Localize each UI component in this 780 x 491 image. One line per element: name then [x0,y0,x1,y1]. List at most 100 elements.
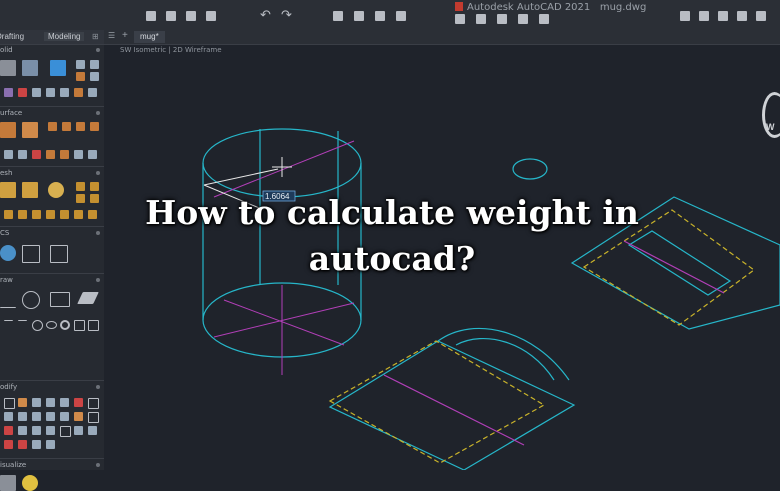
hatch-icon[interactable] [74,320,85,331]
check-icon[interactable] [88,426,97,435]
properties-icon[interactable] [396,11,406,21]
smooth-less-icon[interactable] [90,182,99,191]
planar-surface-icon[interactable] [22,122,38,138]
intersect-icon[interactable] [32,88,41,97]
sculpt-icon[interactable] [46,150,55,159]
section-modify-toggle[interactable] [96,385,100,389]
copy-icon[interactable] [60,412,69,421]
thicken-icon[interactable] [60,88,69,97]
convert-icon[interactable] [88,210,97,219]
tab-modeling[interactable]: Modeling [44,32,85,41]
smooth-object-icon[interactable] [22,182,38,198]
saveas-icon[interactable] [206,11,216,21]
tab-menu-icon[interactable]: ☰ [108,31,115,40]
fillet-surface-icon[interactable] [90,122,99,131]
scale-icon[interactable] [74,398,83,407]
layer-lock-icon[interactable] [718,11,728,21]
union-icon[interactable] [4,88,13,97]
layer-states-icon[interactable] [680,11,690,21]
rectangle-icon[interactable] [50,292,70,307]
print-preview-icon[interactable] [354,11,364,21]
viewcube-w-label[interactable]: W [766,122,775,132]
layer-freeze-icon[interactable] [756,11,766,21]
boundary-icon[interactable] [88,320,99,331]
extend-surface-icon[interactable] [32,150,41,159]
subtract-icon[interactable] [18,88,27,97]
revolve-icon[interactable] [90,72,99,81]
edit-poly-icon[interactable] [46,426,55,435]
open-icon[interactable] [166,11,176,21]
region-icon[interactable] [77,292,99,304]
ellipse-icon[interactable] [46,321,57,329]
box-icon[interactable] [0,60,16,76]
mesh-sphere-icon[interactable] [48,182,64,198]
imprint-icon[interactable] [88,88,97,97]
mirror3d-icon[interactable] [46,398,55,407]
spin-edge-icon[interactable] [74,210,83,219]
new-icon[interactable] [146,11,156,21]
palette-options-icon[interactable]: ⊞ [92,32,99,41]
lengthen-icon[interactable] [32,426,41,435]
section-visualize-toggle[interactable] [96,463,100,467]
erase-icon[interactable] [74,412,83,421]
align-icon[interactable] [32,398,41,407]
section-solid-toggle[interactable] [96,48,100,52]
arc-icon[interactable] [32,320,43,331]
stretch-icon[interactable] [46,412,55,421]
redo-icon[interactable]: ↷ [281,8,292,23]
offset-surface-icon[interactable] [76,122,85,131]
associativity-icon[interactable] [88,150,97,159]
explode-icon[interactable] [18,412,27,421]
project-icon[interactable] [74,150,83,159]
color-faces-icon[interactable] [46,440,55,449]
collapse-icon[interactable] [60,210,69,219]
split-face-icon[interactable] [4,210,13,219]
break-icon[interactable] [88,412,99,423]
offset-icon[interactable] [32,412,41,421]
loft-icon[interactable] [76,72,85,81]
fillet-icon[interactable] [88,398,99,409]
visual-styles-icon[interactable] [0,475,16,491]
circle-icon[interactable] [22,291,40,309]
extrude-icon[interactable] [50,60,66,76]
move-icon[interactable] [4,398,15,409]
presspull-icon[interactable] [76,60,85,69]
tools-icon[interactable] [518,14,528,24]
trim-edge-icon[interactable] [4,426,13,435]
close-hole-icon[interactable] [46,210,55,219]
network-surface-icon[interactable] [0,122,16,138]
section-mesh-toggle[interactable] [96,171,100,175]
tab-drafting[interactable]: Drafting [0,32,24,41]
trim-icon[interactable] [4,150,13,159]
taper-icon[interactable] [4,440,13,449]
patch-icon[interactable] [62,122,71,131]
light-bulb-icon[interactable] [22,475,38,491]
smooth-more-icon[interactable] [76,182,85,191]
layer-icon[interactable] [455,14,465,24]
plot-icon[interactable] [333,11,343,21]
match-icon[interactable] [476,14,486,24]
document-tab-mug[interactable]: mug* [134,31,165,43]
ucs-3point-icon[interactable] [50,245,68,263]
rotate3d-icon[interactable] [18,398,27,407]
undo-icon[interactable]: ↶ [260,8,271,23]
blend-icon[interactable] [48,122,57,131]
cylinder-icon[interactable] [22,60,38,76]
slice-icon[interactable] [46,88,55,97]
merge-face-icon[interactable] [32,210,41,219]
array-icon[interactable] [60,398,69,407]
mesh-box-icon[interactable] [0,182,16,198]
join-icon[interactable] [18,426,27,435]
ucs-origin-icon[interactable] [22,245,40,263]
shell-icon[interactable] [74,426,83,435]
layer-off-icon[interactable] [699,11,709,21]
chamfer-icon[interactable] [4,412,13,421]
polyline-icon[interactable] [0,291,16,308]
separate-icon[interactable] [60,426,71,437]
section-draw-toggle[interactable] [96,278,100,282]
world-ucs-icon[interactable] [0,245,16,261]
section-surface-toggle[interactable] [96,111,100,115]
sweep-faces-icon[interactable] [18,440,27,449]
swap-icon[interactable] [32,440,41,449]
crease-icon[interactable] [90,194,99,203]
